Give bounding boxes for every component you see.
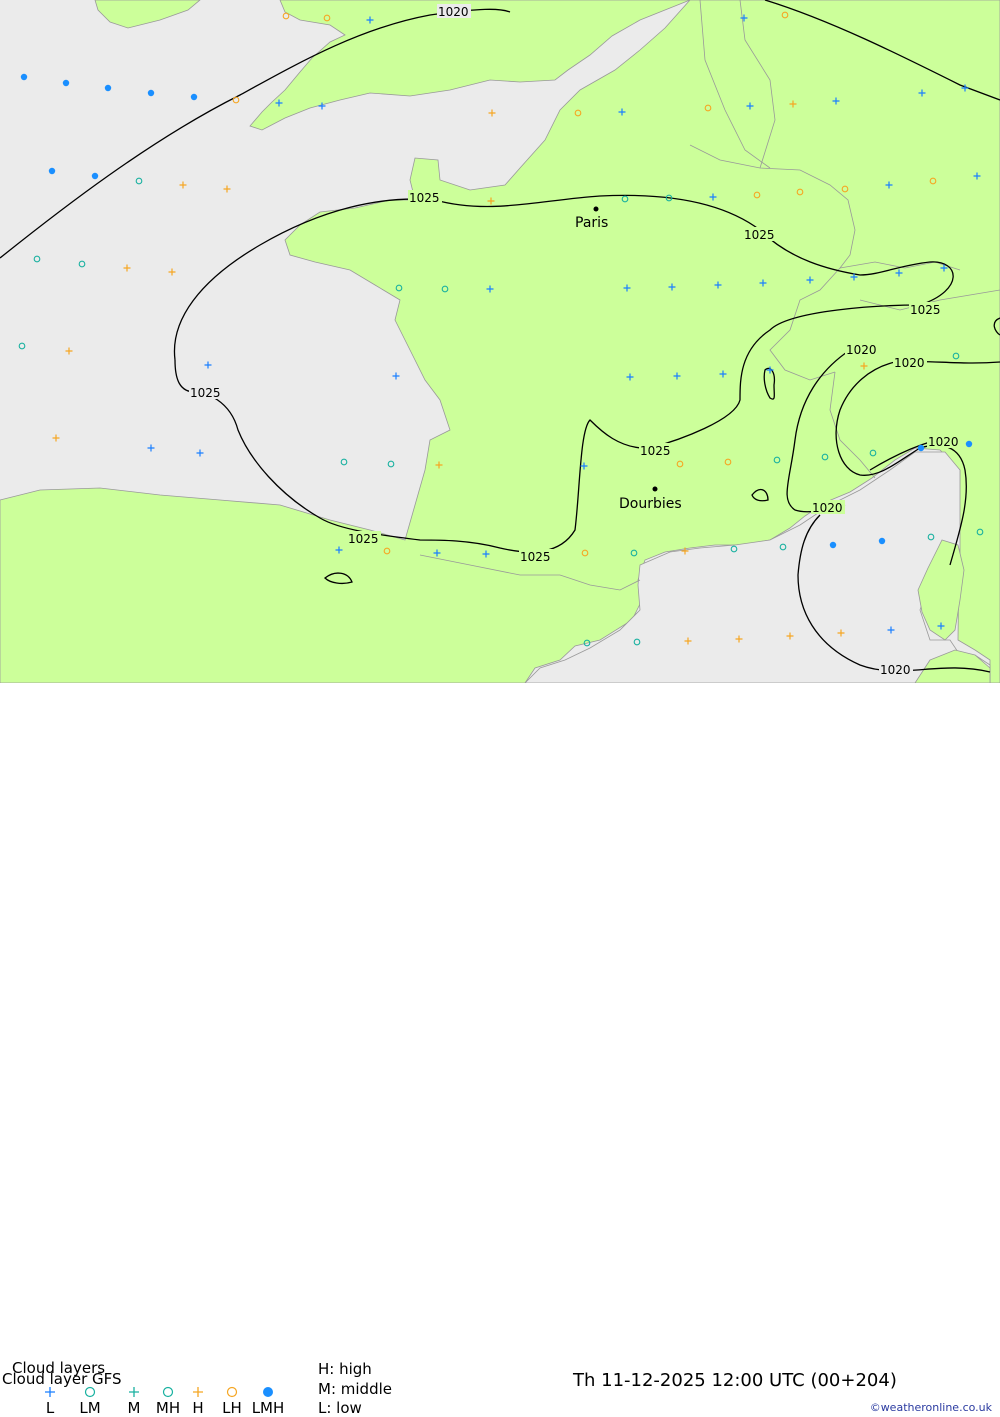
cloud-dot-icon-lmh bbox=[147, 89, 155, 97]
isobar-label: 1025 bbox=[190, 386, 221, 400]
map-canvas: 1020 1025 1025 1025 1025 1025 1025 1020 … bbox=[0, 0, 1000, 683]
legend-key-low: L: low bbox=[318, 1399, 362, 1417]
cloud-dot-icon-lmh bbox=[917, 444, 925, 452]
legend-label-lh: LH bbox=[222, 1399, 242, 1417]
isobar-label: 1020 bbox=[880, 663, 911, 677]
cloud-dot-icon-lmh bbox=[62, 79, 70, 87]
legend-circle-icon-lm bbox=[83, 1384, 97, 1398]
legend-plus-icon-m bbox=[127, 1384, 141, 1398]
isobar-label: 1020 bbox=[438, 5, 469, 19]
cloud-dot-icon-lmh bbox=[104, 84, 112, 92]
isobar-label: 1020 bbox=[894, 356, 925, 370]
legend-circle-icon-mh bbox=[161, 1384, 175, 1398]
city-dot-paris bbox=[593, 206, 599, 212]
isobar-label: 1020 bbox=[812, 501, 843, 515]
footer: Cloud layers Cloud layer GFS L LM M MH H LH LM… bbox=[0, 683, 1000, 1417]
isobar-label: 1020 bbox=[928, 435, 959, 449]
isobar-label: 1020 bbox=[846, 343, 877, 357]
isobar-label: 1025 bbox=[744, 228, 775, 242]
cloud-dot-icon-lmh bbox=[190, 93, 198, 101]
cloud-dot-icon-lmh bbox=[878, 537, 886, 545]
legend-label-mh: MH bbox=[155, 1399, 181, 1417]
legend-dot-icon-lmh bbox=[261, 1384, 275, 1398]
cloud-dot-icon-lmh bbox=[91, 172, 99, 180]
legend-label-m: M bbox=[127, 1399, 141, 1417]
isobar-label: 1025 bbox=[640, 444, 671, 458]
legend-circle-icon-lh bbox=[225, 1384, 239, 1398]
cloud-dot-icon-lmh bbox=[20, 73, 28, 81]
forecast-datetime: Th 11-12-2025 12:00 UTC (00+204) bbox=[573, 1370, 897, 1391]
isobar-label: 1025 bbox=[520, 550, 551, 564]
isobar-label: 1025 bbox=[409, 191, 440, 205]
legend-key-middle: M: middle bbox=[318, 1380, 392, 1398]
legend-label-h: H bbox=[192, 1399, 204, 1417]
legend-label-l: L bbox=[45, 1399, 55, 1417]
title-cloud-layer-gfs: Cloud layer GFS bbox=[2, 1370, 122, 1388]
city-label-dourbies: Dourbies bbox=[619, 496, 682, 512]
weather-map: 1020 1025 1025 1025 1025 1025 1025 1020 … bbox=[0, 0, 1000, 683]
isobar-label: 1025 bbox=[348, 532, 379, 546]
legend-label-lmh: LMH bbox=[251, 1399, 285, 1417]
cloud-dot-icon-lmh bbox=[965, 440, 973, 448]
isobar-label: 1025 bbox=[910, 303, 941, 317]
legend-plus-icon-h bbox=[191, 1384, 205, 1398]
legend-key-high: H: high bbox=[318, 1360, 372, 1378]
cloud-dot-icon-lmh bbox=[48, 167, 56, 175]
legend-plus-icon-l bbox=[43, 1384, 57, 1398]
cloud-dot-icon-lmh bbox=[829, 541, 837, 549]
city-dot-dourbies bbox=[652, 486, 658, 492]
legend-label-lm: LM bbox=[79, 1399, 101, 1417]
city-label-paris: Paris bbox=[575, 215, 608, 231]
copyright: ©weatheronline.co.uk bbox=[869, 1401, 992, 1414]
